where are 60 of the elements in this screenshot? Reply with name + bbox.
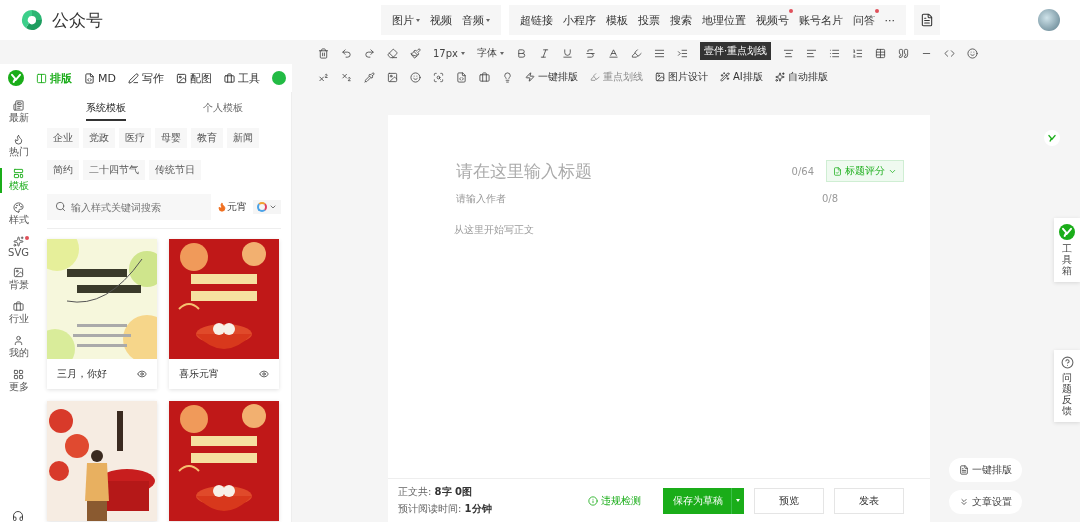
insert-menu-item[interactable]: 小程序 — [557, 12, 601, 28]
panel-tab[interactable]: 写作 — [127, 70, 164, 86]
category-chip[interactable]: 母婴 — [155, 128, 187, 148]
rail-item[interactable]: 热门 — [0, 134, 35, 159]
insert-menu-item[interactable]: 超链接 — [514, 12, 558, 28]
rail-item[interactable]: 背景 — [0, 267, 35, 292]
hot-tag[interactable]: 元宵 — [217, 200, 247, 214]
rail-item[interactable]: 样式 — [0, 202, 35, 227]
category-chip[interactable]: 党政 — [83, 128, 115, 148]
panel-tab[interactable]: 配图 — [175, 70, 212, 86]
insert-menu-item[interactable]: 账号名片 — [793, 12, 848, 28]
template-title: 三月，你好 — [57, 367, 107, 381]
toolbox-tab[interactable]: 工具箱 — [1054, 218, 1080, 282]
insert-menu-item[interactable]: 图片 — [386, 12, 425, 28]
category-chip[interactable]: 简约 — [47, 160, 79, 180]
font-select[interactable]: 字体 — [477, 46, 504, 60]
toolbar-action[interactable]: AI排版 — [720, 70, 763, 84]
category-chip[interactable]: 教育 — [191, 128, 223, 148]
word-count: 正文共: 8字 0图 — [398, 485, 473, 499]
feedback-tab[interactable]: 问题反馈 — [1054, 350, 1080, 422]
rail-item[interactable]: 我的 — [0, 335, 35, 360]
insert-menu-item[interactable]: 搜索 — [664, 12, 697, 28]
template-tab[interactable]: 系统模板 — [85, 97, 126, 121]
category-chip[interactable]: 企业 — [47, 128, 79, 148]
rail-item[interactable]: 更多 — [0, 369, 35, 394]
rail-item[interactable]: 行业 — [0, 301, 35, 326]
insert-menu-item[interactable]: 视频号 — [750, 12, 794, 28]
quick-format-button[interactable]: 一键排版 — [949, 458, 1022, 482]
template-tab[interactable]: 个人模板 — [202, 97, 243, 121]
category-chip[interactable]: 二十四节气 — [83, 160, 145, 180]
insert-menu-item[interactable]: 问答 — [847, 12, 880, 28]
category-chip[interactable]: 医疗 — [119, 128, 151, 148]
article-settings-button[interactable]: 文章设置 — [949, 490, 1022, 514]
insert-menu-item[interactable]: 音频 — [456, 12, 495, 28]
panel-tab[interactable]: MD — [84, 71, 116, 85]
title-count: 0/64 — [791, 165, 814, 177]
insert-menu-item[interactable]: ··· — [879, 13, 900, 27]
insert-menu-item[interactable]: 模板 — [600, 12, 633, 28]
rail-item[interactable]: 最新 — [0, 100, 35, 125]
app-name: 公众号 — [52, 8, 103, 32]
toolbar-action[interactable]: 一键排版 — [525, 70, 578, 84]
tooltip: 壹伴·重点划线 — [700, 42, 772, 60]
search-field[interactable]: 输入样式关键词搜索 — [47, 194, 211, 220]
insert-menu-item[interactable]: 视频 — [424, 12, 457, 28]
panel-tab[interactable]: 工具 — [223, 70, 260, 86]
rail-item[interactable]: SVG — [0, 236, 35, 258]
insert-menu-item[interactable]: 地理位置 — [696, 12, 751, 28]
reading-time: 预计阅读时间: 1分钟 — [398, 502, 493, 516]
template-card[interactable]: 三月，你好 — [47, 239, 157, 389]
toolbar-action[interactable]: 图片设计 — [655, 70, 708, 84]
toolbar-action[interactable]: 自动排版 — [774, 70, 828, 84]
category-chip[interactable]: 传统节日 — [149, 160, 201, 180]
preview-button[interactable]: 预览 — [754, 487, 824, 514]
category-chip[interactable]: 新闻 — [227, 128, 259, 148]
font-size-select[interactable]: 17px — [433, 47, 465, 59]
insert-menu-item[interactable]: 投票 — [632, 12, 665, 28]
author-count: 0/8 — [821, 193, 838, 204]
template-card[interactable]: 喜乐元宵 — [169, 239, 279, 389]
template-title: 喜乐元宵 — [179, 367, 219, 381]
publish-button[interactable]: 发表 — [834, 487, 904, 514]
